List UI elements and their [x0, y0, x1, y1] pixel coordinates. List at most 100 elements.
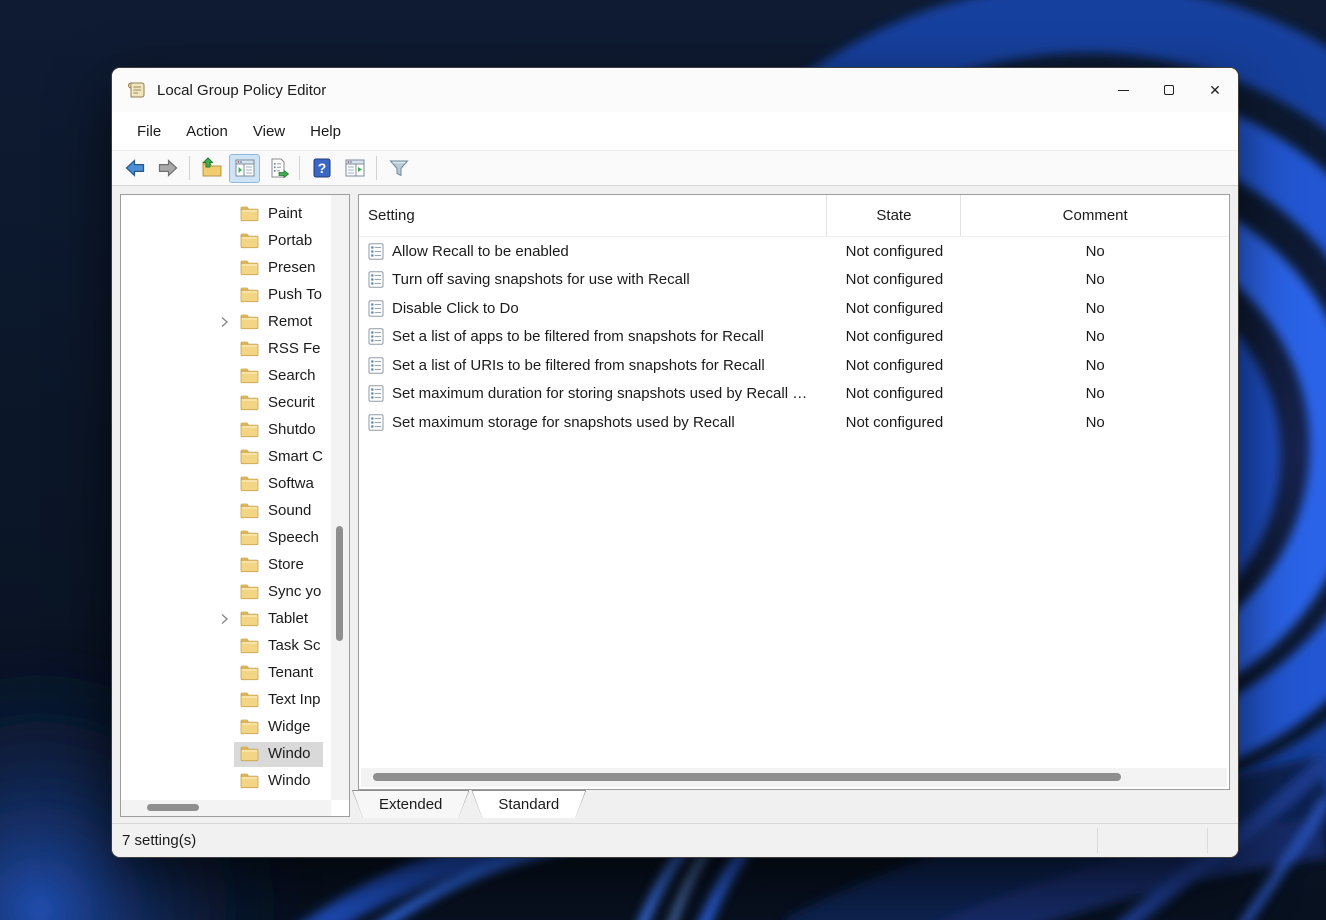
tree-vertical-scrollbar[interactable]	[331, 195, 349, 800]
toolbar: ?	[112, 150, 1238, 186]
console-tree-pane: Paint Portab Presen	[120, 194, 350, 817]
folder-icon	[240, 773, 259, 794]
tree-item[interactable]: Widge	[121, 714, 349, 741]
forward-icon	[156, 156, 180, 180]
status-divider	[1207, 828, 1208, 853]
view-tab-label: Extended	[353, 791, 468, 818]
tree-item[interactable]: Store	[121, 552, 349, 579]
tree-item-label: Presen	[268, 259, 316, 276]
setting-row[interactable]: Set a list of URIs to be filtered from s…	[359, 351, 1229, 380]
tree-horizontal-scrollbar[interactable]	[121, 800, 331, 816]
tree-item[interactable]: Remot	[121, 309, 349, 336]
tree-item[interactable]: Sound	[121, 498, 349, 525]
forward-button[interactable]	[152, 154, 183, 183]
tab-standard[interactable]: Standard	[471, 790, 586, 818]
help-button[interactable]: ?	[306, 154, 337, 183]
show-action-pane-button[interactable]	[339, 154, 370, 183]
tree-item[interactable]: Paint	[121, 201, 349, 228]
menu-view[interactable]: View	[242, 118, 296, 145]
folder-icon	[240, 692, 259, 713]
policy-setting-icon	[368, 271, 384, 288]
column-header-setting[interactable]: Setting	[359, 195, 827, 236]
folder-icon	[240, 557, 259, 578]
folder-icon	[240, 476, 259, 497]
window-title: Local Group Policy Editor	[157, 82, 326, 99]
setting-row[interactable]: Set a list of apps to be filtered from s…	[359, 323, 1229, 352]
maximize-button[interactable]	[1146, 68, 1192, 112]
folder-icon	[240, 287, 259, 308]
setting-name: Turn off saving snapshots for use with R…	[392, 271, 690, 288]
tree-item[interactable]: Smart C	[121, 444, 349, 471]
column-header-state[interactable]: State	[827, 195, 961, 236]
tree-item[interactable]: Task Sc	[121, 633, 349, 660]
tree-item-label: Smart C	[268, 448, 323, 465]
tree-item[interactable]: Presen	[121, 255, 349, 282]
tree-item[interactable]: Text Inp	[121, 687, 349, 714]
tree-horizontal-scrollbar-thumb[interactable]	[147, 804, 199, 811]
setting-comment: No	[961, 271, 1229, 288]
up-folder-icon	[200, 156, 224, 180]
tree-item-label: Widge	[268, 718, 311, 735]
tree-item-label: Sound	[268, 502, 311, 519]
status-text: 7 setting(s)	[122, 832, 196, 849]
menu-help[interactable]: Help	[299, 118, 352, 145]
show-console-tree-button[interactable]	[229, 154, 260, 183]
back-button[interactable]	[119, 154, 150, 183]
setting-row[interactable]: Turn off saving snapshots for use with R…	[359, 266, 1229, 295]
tree-item[interactable]: Shutdo	[121, 417, 349, 444]
view-tabs: Extended Standard	[352, 790, 588, 819]
up-one-level-button[interactable]	[196, 154, 227, 183]
close-button[interactable]: ✕	[1192, 68, 1238, 112]
toolbar-separator	[189, 156, 190, 180]
export-list-button[interactable]	[262, 154, 293, 183]
tree-item[interactable]: Portab	[121, 228, 349, 255]
tree-item[interactable]: Windo	[121, 768, 349, 795]
maximize-icon	[1164, 85, 1174, 95]
setting-row[interactable]: Set maximum duration for storing snapsho…	[359, 380, 1229, 409]
folder-icon	[240, 719, 259, 740]
menu-file[interactable]: File	[126, 118, 172, 145]
setting-row[interactable]: Disable Click to Do Not configured No	[359, 294, 1229, 323]
folder-icon	[240, 665, 259, 686]
menu-action[interactable]: Action	[175, 118, 239, 145]
setting-state: Not configured	[828, 271, 962, 288]
tree-item-label: Sync yo	[268, 583, 321, 600]
tree-item[interactable]: Search	[121, 363, 349, 390]
tree-item-label: Push To	[268, 286, 322, 303]
setting-state: Not configured	[828, 243, 962, 260]
setting-comment: No	[961, 414, 1229, 431]
tree-vertical-scrollbar-thumb[interactable]	[336, 526, 343, 641]
list-horizontal-scrollbar-thumb[interactable]	[373, 773, 1121, 781]
tree-item[interactable]: Tenant	[121, 660, 349, 687]
minimize-button[interactable]	[1100, 68, 1146, 112]
setting-row[interactable]: Set maximum storage for snapshots used b…	[359, 408, 1229, 437]
list-header: Setting State Comment	[359, 195, 1229, 237]
setting-name: Disable Click to Do	[392, 300, 519, 317]
tree-item[interactable]: Sync yo	[121, 579, 349, 606]
tree-item-label: Tablet	[268, 610, 308, 627]
setting-name: Set a list of apps to be filtered from s…	[392, 328, 764, 345]
tree-item[interactable]: Speech	[121, 525, 349, 552]
tree-item[interactable]: Windo	[121, 741, 349, 768]
close-icon: ✕	[1209, 83, 1221, 97]
title-bar[interactable]: Local Group Policy Editor ✕	[112, 68, 1238, 112]
setting-name: Set a list of URIs to be filtered from s…	[392, 357, 765, 374]
menu-bar: FileActionViewHelp	[112, 112, 1238, 150]
tree-item[interactable]: RSS Fe	[121, 336, 349, 363]
chevron-right-icon[interactable]	[217, 315, 231, 334]
column-header-comment[interactable]: Comment	[961, 195, 1229, 236]
svg-text:?: ?	[317, 160, 326, 176]
list-horizontal-scrollbar[interactable]	[361, 768, 1227, 787]
tab-extended[interactable]: Extended	[352, 790, 469, 818]
setting-row[interactable]: Allow Recall to be enabled Not configure…	[359, 237, 1229, 266]
filter-button[interactable]	[383, 154, 414, 183]
action-pane-icon	[343, 156, 367, 180]
tree-item[interactable]: Push To	[121, 282, 349, 309]
policy-setting-icon	[368, 328, 384, 345]
tree-item-label: Text Inp	[268, 691, 321, 708]
folder-icon	[240, 368, 259, 389]
tree-item[interactable]: Tablet	[121, 606, 349, 633]
tree-item[interactable]: Softwa	[121, 471, 349, 498]
tree-item[interactable]: Securit	[121, 390, 349, 417]
chevron-right-icon[interactable]	[217, 612, 231, 631]
